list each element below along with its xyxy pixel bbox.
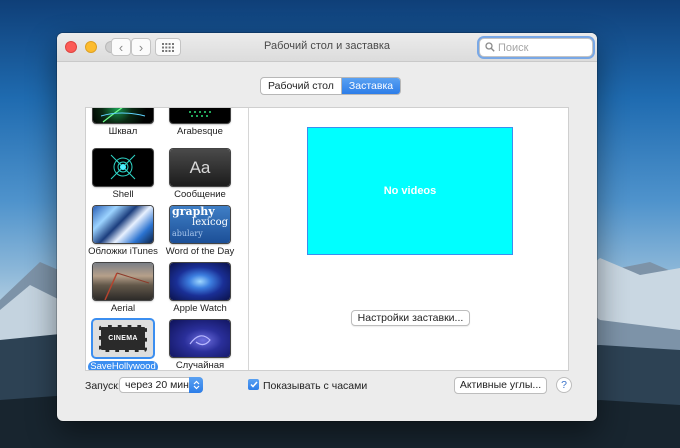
title-bar: ‹ › Рабочий стол и заставка Поиск bbox=[57, 33, 597, 62]
segmented-control: Рабочий стол Заставка bbox=[260, 77, 402, 95]
arabesque-thumbnail bbox=[170, 108, 230, 123]
word-line: lexicog bbox=[192, 217, 228, 228]
random-thumbnail bbox=[170, 320, 230, 357]
message-thumbnail: Aa bbox=[170, 149, 230, 186]
tab-desktop[interactable]: Рабочий стол bbox=[261, 78, 341, 94]
flurry-thumbnail bbox=[93, 108, 153, 123]
screensaver-label: Aerial bbox=[110, 303, 136, 314]
forward-button[interactable]: › bbox=[131, 38, 151, 56]
preferences-window: ‹ › Рабочий стол и заставка Поиск Рабочи… bbox=[57, 33, 597, 421]
screensaver-label: Случайная bbox=[175, 360, 225, 370]
search-field[interactable]: Поиск bbox=[479, 38, 593, 57]
screensaver-label: Arabesque bbox=[177, 126, 223, 137]
screensaver-label: Обложки iTunes bbox=[88, 246, 158, 257]
cinema-ticket-thumbnail: CINEMA bbox=[93, 320, 153, 357]
back-button[interactable]: ‹ bbox=[111, 38, 131, 56]
apple-watch-thumbnail bbox=[170, 263, 230, 300]
close-window-button[interactable] bbox=[65, 41, 77, 53]
word-of-day-thumbnail: graphy lexicog abulary bbox=[170, 206, 230, 243]
help-button[interactable]: ? bbox=[556, 377, 572, 393]
tab-screen-saver[interactable]: Заставка bbox=[340, 78, 401, 94]
screensaver-label: Word of the Day bbox=[165, 246, 235, 257]
show-clock-checkbox[interactable] bbox=[248, 379, 259, 390]
start-after-select[interactable]: через 20 мин bbox=[119, 377, 203, 393]
search-icon bbox=[485, 42, 495, 52]
screensaver-preview: No videos bbox=[307, 127, 513, 255]
cinema-text: CINEMA bbox=[108, 335, 138, 342]
updown-arrows-icon bbox=[189, 377, 203, 393]
show-all-button[interactable] bbox=[155, 38, 181, 56]
screensaver-label: Apple Watch bbox=[173, 303, 227, 314]
itunes-artwork-thumbnail bbox=[93, 206, 153, 243]
screensaver-label: Сообщение bbox=[174, 189, 226, 200]
chevron-right-icon: › bbox=[138, 39, 144, 55]
word-line: abulary bbox=[172, 229, 203, 238]
search-placeholder: Поиск bbox=[498, 42, 529, 54]
show-clock-label[interactable]: Показывать с часами bbox=[263, 380, 367, 392]
screensaver-label: Shell bbox=[112, 189, 134, 200]
screen-saver-panel: Шквал Arabesque Shell Aa Сообщение Облож… bbox=[85, 107, 569, 371]
preview-message: No videos bbox=[383, 185, 437, 197]
checkmark-icon bbox=[249, 381, 258, 388]
screensaver-options-button[interactable]: Настройки заставки... bbox=[351, 310, 470, 326]
shell-thumbnail bbox=[93, 149, 153, 186]
aerial-thumbnail bbox=[93, 263, 153, 300]
message-glyph: Aa bbox=[189, 157, 211, 177]
ticket-shape: CINEMA bbox=[99, 325, 147, 352]
minimize-window-button[interactable] bbox=[85, 41, 97, 53]
screensaver-label: Шквал bbox=[108, 126, 138, 137]
screensaver-label-selected: SaveHollywood bbox=[88, 361, 158, 370]
screen-saver-list[interactable]: Шквал Arabesque Shell Aa Сообщение Облож… bbox=[86, 108, 249, 370]
word-line: graphy bbox=[172, 206, 215, 218]
chevron-left-icon: ‹ bbox=[118, 39, 124, 55]
grid-icon bbox=[162, 42, 174, 52]
hot-corners-button[interactable]: Активные углы... bbox=[454, 377, 547, 394]
window-title: Рабочий стол и заставка bbox=[263, 40, 391, 52]
start-after-label: Запуск: bbox=[85, 380, 121, 392]
bottom-controls: Запуск: через 20 мин Показывать с часами… bbox=[57, 377, 597, 401]
start-after-value: через 20 мин bbox=[125, 379, 189, 391]
